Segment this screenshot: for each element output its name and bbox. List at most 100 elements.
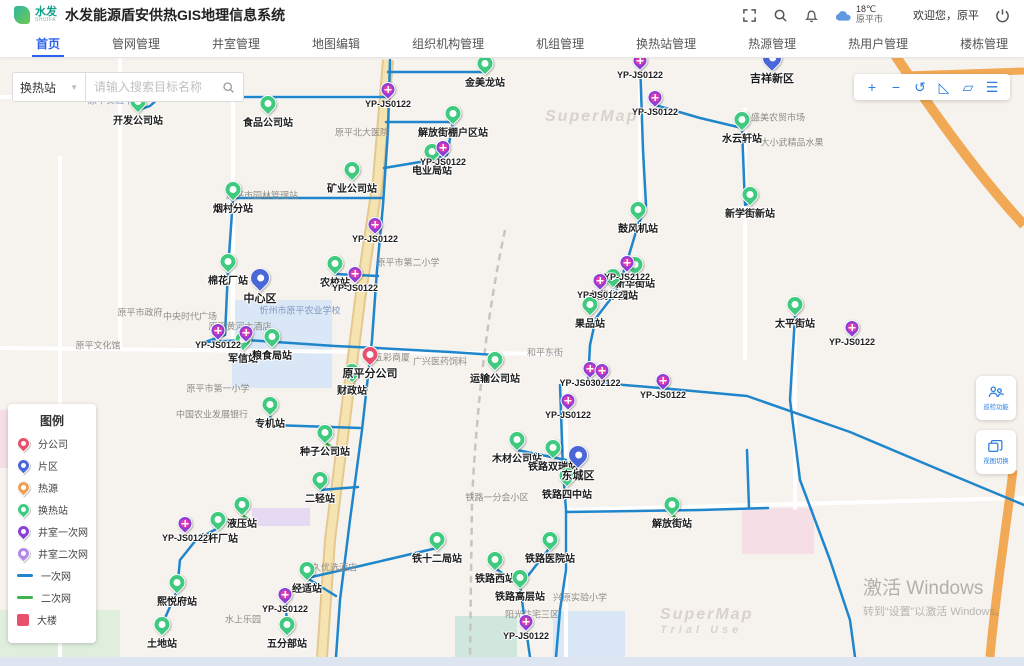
search-input[interactable] [94, 80, 222, 94]
station-pin[interactable] [262, 396, 279, 413]
layer-list-tool[interactable]: ☰ [980, 77, 1004, 97]
station-pin[interactable] [312, 471, 329, 488]
branch-pin[interactable] [362, 346, 379, 363]
reset-view-tool[interactable]: ↺ [908, 77, 932, 97]
measure-area-tool[interactable]: ▱ [956, 77, 980, 97]
station-pin[interactable] [260, 95, 277, 112]
legend-label: 热源 [38, 480, 58, 495]
primary-network-line[interactable] [588, 382, 1024, 505]
station-pin[interactable] [299, 561, 316, 578]
station-pin[interactable] [742, 186, 759, 203]
weather-widget: 18℃ 原平市 [835, 5, 883, 25]
station-pin-icon [538, 527, 562, 551]
station-pin[interactable] [734, 111, 751, 128]
logo-en: SHUIFA [35, 18, 57, 23]
primary-network-line[interactable] [747, 450, 749, 508]
well-pin[interactable] [593, 273, 608, 288]
station-pin-icon [441, 101, 465, 125]
nav-tab[interactable]: 热源管理 [722, 30, 822, 57]
pin-glyph [267, 401, 274, 408]
station-pin[interactable] [487, 551, 504, 568]
well-pin[interactable] [211, 323, 226, 338]
district-pin[interactable] [762, 58, 782, 68]
zoom-in-tool[interactable]: + [860, 77, 884, 97]
well-pin[interactable] [656, 373, 671, 388]
station-pin[interactable] [344, 161, 361, 178]
well-pin[interactable] [348, 266, 363, 281]
fullscreen-icon[interactable] [742, 8, 757, 23]
station-pin[interactable] [542, 531, 559, 548]
well-pin[interactable] [278, 587, 293, 602]
well-pin[interactable] [648, 90, 663, 105]
primary-network-line[interactable] [790, 316, 855, 657]
well-pin[interactable] [436, 140, 451, 155]
pin-glyph [659, 376, 668, 385]
station-pin-icon [483, 347, 507, 371]
search-category-select[interactable]: 换热站 ▼ [12, 72, 86, 102]
station-pin[interactable] [487, 351, 504, 368]
well-pin[interactable] [178, 516, 193, 531]
station-pin[interactable] [225, 181, 242, 198]
pin-glyph [514, 436, 521, 443]
zoom-out-tool[interactable]: − [884, 77, 908, 97]
station-pin[interactable] [279, 616, 296, 633]
well-pin[interactable] [519, 614, 534, 629]
secondary-network-line[interactable] [672, 515, 690, 528]
nav-tab[interactable]: 楼栋管理 [934, 30, 1024, 57]
station-pin[interactable] [234, 496, 251, 513]
main-nav: 首页管网管理井室管理地图编辑组织机构管理机组管理换热站管理热源管理热用户管理楼栋… [0, 30, 1024, 58]
app-header: 水发 SHUIFA 水发能源盾安供热GIS地理信息系统 18℃ 原平市 欢迎您，… [0, 0, 1024, 30]
well-pin[interactable] [239, 325, 254, 340]
station-pin[interactable] [169, 574, 186, 591]
well-pin[interactable] [595, 363, 610, 378]
nav-tab[interactable]: 组织机构管理 [386, 30, 510, 57]
well-pin[interactable] [368, 217, 383, 232]
well-pin[interactable] [633, 58, 648, 68]
nav-tab[interactable]: 地图编辑 [286, 30, 386, 57]
nav-tab[interactable]: 热用户管理 [822, 30, 934, 57]
well-pin[interactable] [381, 82, 396, 97]
district-pin[interactable] [568, 445, 588, 465]
station-pin[interactable] [210, 511, 227, 528]
logout-icon[interactable] [995, 8, 1010, 23]
search-submit-icon[interactable] [222, 81, 235, 94]
station-pin[interactable] [445, 105, 462, 122]
nav-tab[interactable]: 机组管理 [510, 30, 610, 57]
primary-network-line[interactable] [384, 160, 432, 168]
well-pin[interactable] [620, 255, 635, 270]
patrol-button[interactable]: 巡检功能 [976, 376, 1016, 420]
station-pin[interactable] [477, 58, 494, 72]
nav-tab[interactable]: 首页 [10, 30, 86, 57]
station-pin[interactable] [264, 328, 281, 345]
measure-distance-tool[interactable]: ◺ [932, 77, 956, 97]
nav-tab[interactable]: 管网管理 [86, 30, 186, 57]
map-canvas[interactable]: 原平实验中学原平北大医院原平市园林管理站忻州市原平农业学校原平市政府原平文化馆中… [0, 58, 1024, 657]
station-pin[interactable] [220, 253, 237, 270]
nav-tab[interactable]: 井室管理 [186, 30, 286, 57]
well-pin-icon [235, 322, 256, 343]
station-pin[interactable] [317, 424, 334, 441]
station-pin[interactable] [154, 616, 171, 633]
station-pin[interactable] [545, 439, 562, 456]
station-pin[interactable] [664, 496, 681, 513]
station-pin-icon [256, 91, 280, 115]
weather-text: 18℃ 原平市 [856, 5, 883, 25]
station-pin[interactable] [512, 569, 529, 586]
view-switch-button[interactable]: 视图切换 [976, 430, 1016, 474]
nav-tab[interactable]: 换热站管理 [610, 30, 722, 57]
station-pin-icon [425, 527, 449, 551]
station-pin[interactable] [344, 363, 361, 380]
station-pin[interactable] [429, 531, 446, 548]
district-pin[interactable] [250, 268, 270, 288]
bell-icon[interactable] [804, 8, 819, 23]
station-pin[interactable] [509, 431, 526, 448]
station-pin[interactable] [327, 255, 344, 272]
legend-item: 井室二次网 [17, 546, 87, 561]
station-pin[interactable] [787, 296, 804, 313]
station-pin[interactable] [582, 296, 599, 313]
station-pin[interactable] [559, 467, 576, 484]
station-pin[interactable] [630, 201, 647, 218]
search-icon[interactable] [773, 8, 788, 23]
well-pin[interactable] [845, 320, 860, 335]
well-pin[interactable] [561, 393, 576, 408]
